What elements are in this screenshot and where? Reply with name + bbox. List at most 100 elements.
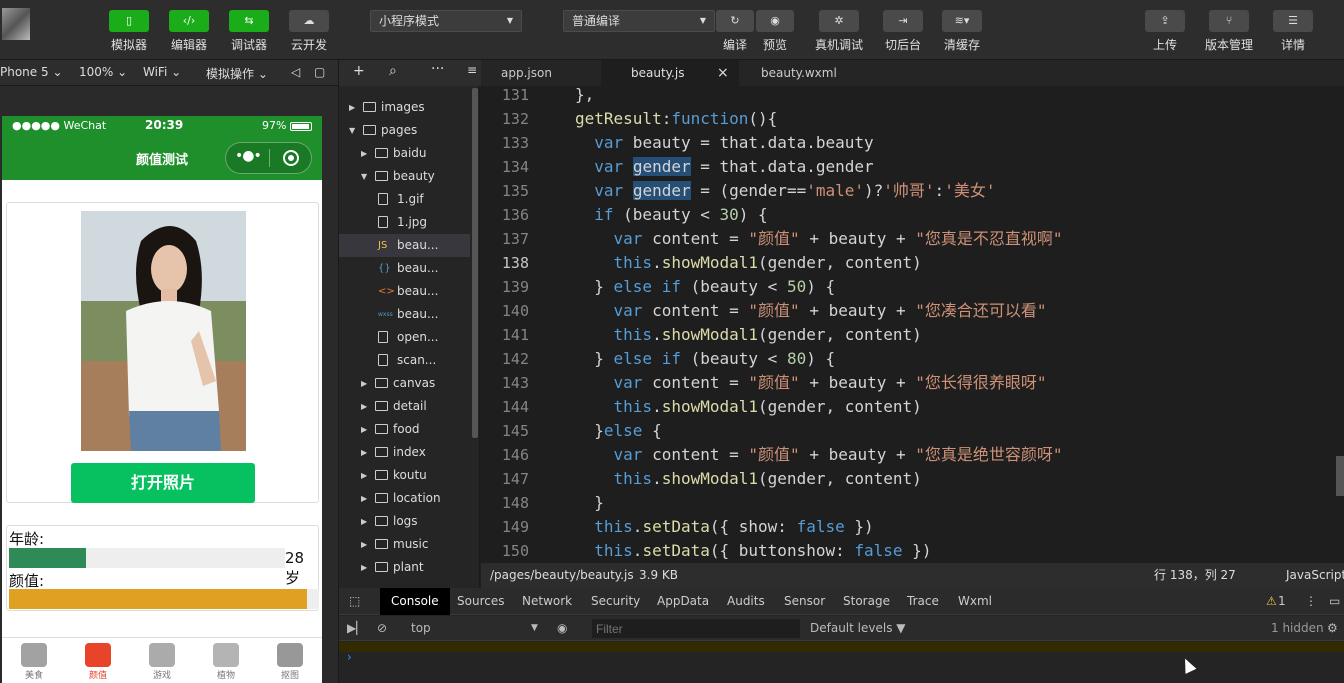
line-number: 141 — [501, 326, 529, 344]
version-button[interactable]: ⑂ 版本管理 — [1199, 10, 1259, 53]
tree-item[interactable]: ▶ detail — [339, 395, 470, 418]
zoom-select[interactable]: 100% ⌄ — [79, 65, 127, 79]
tree-item[interactable]: 1.jpg — [339, 211, 470, 234]
capsule-menu[interactable]: •●• — [225, 142, 312, 174]
tree-item[interactable]: 1.gif — [339, 188, 470, 211]
devtools-tab-sources[interactable]: Sources — [457, 588, 504, 615]
cloud-button[interactable]: ☁ 云开发 — [279, 10, 339, 53]
dock-icon[interactable]: ▭ — [1329, 588, 1340, 615]
folder-open-icon — [363, 125, 376, 135]
tab-beauty[interactable]: 颜值 — [66, 638, 130, 683]
preview-button[interactable]: ◉ 预览 — [745, 10, 805, 53]
devtools-tab-audits[interactable]: Audits — [727, 588, 765, 615]
tree-item[interactable]: ▶ index — [339, 441, 470, 464]
tree-item[interactable]: scan... — [339, 349, 470, 372]
tree-item[interactable]: JS beau... — [339, 234, 470, 257]
open-photo-button[interactable]: 打开照片 — [71, 463, 255, 503]
real-device-debug-button[interactable]: ✲ 真机调试 — [809, 10, 869, 53]
collapse-icon[interactable]: ≡ — [467, 63, 477, 77]
code-line: this.showModal1(gender, content) — [613, 325, 922, 344]
tab-food[interactable]: 美食 — [2, 638, 66, 683]
tree-item[interactable]: open... — [339, 326, 470, 349]
tab-matting[interactable]: 抠图 — [258, 638, 322, 683]
simulator-button[interactable]: ▯ 模拟器 — [99, 10, 159, 53]
tab-label: beauty.wxml — [761, 66, 837, 80]
mode-select[interactable]: 小程序模式 ▼ — [370, 10, 522, 32]
compile-select[interactable]: 普通编译 ▼ — [563, 10, 715, 32]
code-line: getResult:function(){ — [575, 109, 778, 128]
tree-item[interactable]: ▶ images — [339, 96, 470, 119]
eye-icon[interactable]: ◉ — [557, 616, 567, 641]
tree-item[interactable]: ▼ beauty — [339, 165, 470, 188]
console-filter-input[interactable] — [592, 619, 800, 638]
context-select[interactable]: top — [411, 616, 431, 641]
devtools-tab-sensor[interactable]: Sensor — [784, 588, 825, 615]
language-mode[interactable]: JavaScript — [1286, 563, 1344, 588]
details-button[interactable]: ☰ 详情 — [1263, 10, 1323, 53]
devtools-tab-network[interactable]: Network — [522, 588, 572, 615]
close-icon[interactable]: × — [717, 60, 729, 86]
line-number: 144 — [501, 398, 529, 416]
tree-item-label: location — [393, 491, 441, 505]
devtools-tab-appdata[interactable]: AppData — [657, 588, 709, 615]
editor-scrollbar[interactable] — [1336, 456, 1344, 496]
device-select[interactable]: Phone 5 ⌄ — [0, 65, 63, 79]
cursor-position[interactable]: 行 138，列 27 — [1154, 563, 1236, 588]
tab-label: beauty.js — [631, 66, 685, 80]
volume-icon[interactable]: ◁ — [291, 65, 300, 79]
log-levels-select[interactable]: Default levels ▼ — [810, 616, 906, 641]
tree-item-label: food — [393, 422, 420, 436]
devtools-tab-storage[interactable]: Storage — [843, 588, 890, 615]
code-line: var content = "颜值" + beauty + "您真是不忍直视啊" — [613, 229, 1063, 248]
console-prompt[interactable]: › — [347, 650, 352, 664]
editor-button[interactable]: ‹/› 编辑器 — [159, 10, 219, 53]
tab-game[interactable]: 游戏 — [130, 638, 194, 683]
sidebar-toggle-icon[interactable]: ▶▏ — [347, 616, 365, 641]
more-icon[interactable]: •●• — [235, 148, 262, 164]
avatar[interactable] — [2, 8, 30, 40]
gear-icon[interactable]: ⚙ — [1327, 616, 1338, 641]
tree-item[interactable]: ▶ music — [339, 533, 470, 556]
debugger-button[interactable]: ⇆ 调试器 — [219, 10, 279, 53]
network-select[interactable]: WiFi ⌄ — [143, 65, 181, 79]
tree-item[interactable]: wxss beau... — [339, 303, 470, 326]
tree-item[interactable]: {} beau... — [339, 257, 470, 280]
close-target-icon[interactable] — [283, 150, 299, 166]
devtools-tab-console[interactable]: Console — [380, 588, 450, 615]
window-icon[interactable]: ▢ — [314, 65, 325, 79]
warning-icon[interactable]: ⚠ — [1266, 588, 1277, 615]
tree-item[interactable]: ▶ logs — [339, 510, 470, 533]
devtools-tab-security[interactable]: Security — [591, 588, 640, 615]
line-number: 143 — [501, 374, 529, 392]
search-icon[interactable]: ⌕ — [389, 63, 397, 79]
devtools-tab-trace[interactable]: Trace — [907, 588, 939, 615]
more-icon[interactable]: ··· — [431, 61, 444, 77]
tree-item[interactable]: ▶ koutu — [339, 464, 470, 487]
explorer-scrollbar[interactable] — [472, 88, 478, 438]
folder-icon — [375, 401, 388, 411]
upload-button[interactable]: ⇪ 上传 — [1135, 10, 1195, 53]
clear-cache-button[interactable]: ≋▾ 清缓存 — [932, 10, 992, 53]
backstage-button[interactable]: ⇥ 切后台 — [873, 10, 933, 53]
tab-beauty-wxml[interactable]: beauty.wxml — [741, 60, 881, 86]
tree-item[interactable]: <> beau... — [339, 280, 470, 303]
tree-item[interactable]: ▼ pages — [339, 119, 470, 142]
clear-console-icon[interactable]: ⊘ — [377, 616, 387, 641]
code-editor[interactable]: 131}, 132 getResult:function(){133 var bea… — [481, 86, 1344, 563]
tree-item[interactable]: ▶ canvas — [339, 372, 470, 395]
warning-count[interactable]: 1 — [1278, 588, 1286, 615]
devtools-tab-wxml[interactable]: Wxml — [958, 588, 992, 615]
tab-beauty-js[interactable]: beauty.js × — [601, 60, 739, 86]
tree-item[interactable]: ▶ plant — [339, 556, 470, 579]
inspect-icon[interactable]: ⬚ — [349, 588, 360, 615]
more-vertical-icon[interactable]: ⋮ — [1305, 588, 1317, 615]
chevron-right-icon: ▶ — [361, 402, 368, 411]
devtools-window: ▯ 模拟器 ‹/› 编辑器 ⇆ 调试器 ☁ 云开发 小程序模式 ▼ 普通编译 ▼… — [0, 0, 1344, 683]
tree-item[interactable]: ▶ location — [339, 487, 470, 510]
tree-item[interactable]: ▶ baidu — [339, 142, 470, 165]
add-icon[interactable]: + — [353, 63, 365, 79]
tab-plant[interactable]: 植物 — [194, 638, 258, 683]
tab-app-json[interactable]: app.json — [481, 60, 599, 86]
sim-ops-select[interactable]: 模拟操作 ⌄ — [206, 65, 268, 82]
tree-item[interactable]: ▶ food — [339, 418, 470, 441]
